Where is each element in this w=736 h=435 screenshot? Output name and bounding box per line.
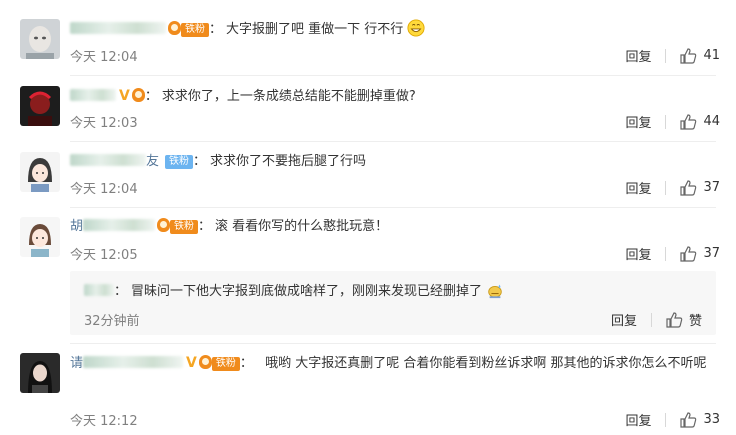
username[interactable] [83, 356, 184, 368]
sub-reply-actions: 回复 赞 [611, 310, 702, 329]
comment-line: 铁粉：大字报删了吧 重做一下 行不行 [70, 19, 716, 40]
reply-button[interactable]: 回复 [611, 310, 637, 329]
like-button[interactable]: 37 [680, 245, 720, 262]
like-button[interactable]: 41 [680, 47, 720, 64]
grinning-face-icon [407, 19, 425, 37]
avatar[interactable] [20, 86, 60, 126]
divider [665, 48, 667, 63]
fan-badge: 铁粉 [181, 23, 209, 37]
reply-button[interactable]: 回复 [625, 178, 651, 197]
like-count: 41 [703, 48, 720, 63]
like-button[interactable]: 赞 [666, 310, 702, 329]
username-prefix[interactable]: 胡 [70, 219, 83, 234]
sub-reply-time: 32分钟前 [84, 314, 140, 329]
comment-text: 求求你了不要拖后腿了行吗 [210, 154, 367, 169]
divider [665, 114, 667, 129]
sub-reply-username[interactable] [84, 284, 114, 296]
thumbs-up-icon [680, 47, 697, 64]
sub-reply-box: ：冒昧问一下他大字报到底做成啥样了，刚刚来发现已经删掉了 32分钟前 回复 赞 [70, 271, 716, 335]
thumbs-up-icon [680, 411, 697, 428]
like-button[interactable]: 33 [680, 411, 720, 428]
thumbs-up-icon [680, 245, 697, 262]
like-count: 37 [703, 180, 720, 195]
comment-actions: 回复 33 [625, 410, 720, 429]
fan-badge: 铁粉 [211, 357, 240, 371]
medal-icon [168, 21, 181, 35]
comment-time: 今天 12:12 [70, 414, 138, 429]
medal-icon [198, 355, 212, 369]
comment-time: 今天 12:05 [70, 248, 138, 263]
comment-time: 今天 12:03 [70, 116, 138, 131]
divider [665, 412, 667, 427]
reply-button[interactable]: 回复 [625, 46, 651, 65]
reply-button[interactable]: 回复 [625, 112, 651, 131]
comment-line: 胡铁粉：滚 看看你写的什么憨批玩意！ [70, 218, 389, 234]
fan-badge: 铁粉 [170, 220, 199, 234]
username-prefix[interactable]: 请 [70, 356, 83, 371]
avatar[interactable] [20, 152, 60, 192]
like-count: 44 [703, 114, 720, 129]
comment-actions: 回复 41 [625, 46, 720, 65]
comment-text: 滚 看看你写的什么憨批玩意！ [215, 219, 389, 234]
username[interactable] [83, 219, 156, 231]
thumbs-up-icon [666, 311, 683, 328]
comment-divider [70, 343, 716, 344]
comment-actions: 回复 37 [625, 178, 720, 197]
reply-button[interactable]: 回复 [625, 410, 651, 429]
divider [665, 246, 667, 261]
comment-divider [70, 141, 716, 142]
comment-line: 友铁粉：求求你了不要拖后腿了行吗 [70, 152, 716, 172]
verified-v-icon: V [186, 355, 197, 371]
divider [650, 312, 652, 327]
like-label: 赞 [688, 314, 702, 329]
comment-divider [70, 207, 716, 208]
username[interactable] [70, 22, 166, 34]
sub-reply-line: ：冒昧问一下他大字报到底做成啥样了，刚刚来发现已经删掉了 [84, 281, 504, 302]
username-suffix[interactable]: 友 [146, 154, 159, 169]
comment-actions: 回复 37 [625, 244, 720, 263]
medal-icon [131, 88, 145, 102]
avatar[interactable] [20, 353, 60, 393]
sub-reply-text: 冒昧问一下他大字报到底做成啥样了，刚刚来发现已经删掉了 [131, 284, 483, 299]
like-count: 37 [703, 246, 720, 261]
sweat-emoji-icon [488, 284, 502, 299]
reply-button[interactable]: 回复 [625, 244, 651, 263]
comment-text: 求求你了，上一条成绩总结能不能删掉重做? [161, 89, 416, 104]
comment-line: 请 V 铁粉： 哦哟 大字报还真删了呢 合着你能看到粉丝诉求啊 那其他的诉求你怎么不… [70, 355, 707, 371]
username[interactable] [70, 154, 146, 166]
verified-v-icon: V [119, 88, 130, 104]
comment-text: 哦哟 大字报还真删了呢 合着你能看到粉丝诉求啊 那其他的诉求你怎么不听呢 [265, 356, 707, 371]
comment-time: 今天 12:04 [70, 50, 138, 65]
thumbs-up-icon [680, 113, 697, 130]
comment-actions: 回复 44 [625, 112, 720, 131]
medal-icon [157, 218, 171, 232]
like-button[interactable]: 44 [680, 113, 720, 130]
avatar[interactable] [20, 19, 60, 59]
like-count: 33 [703, 412, 720, 427]
username[interactable] [70, 89, 116, 101]
divider [665, 180, 667, 195]
like-button[interactable]: 37 [680, 179, 720, 196]
avatar[interactable] [20, 217, 60, 257]
comment-text: 大字报删了吧 重做一下 行不行 [226, 22, 404, 37]
comment-time: 今天 12:04 [70, 182, 138, 197]
comment-line: V：求求你了，上一条成绩总结能不能删掉重做? [70, 86, 716, 107]
thumbs-up-icon [680, 179, 697, 196]
fan-badge: 铁粉 [165, 155, 194, 169]
comment-divider [70, 75, 716, 76]
